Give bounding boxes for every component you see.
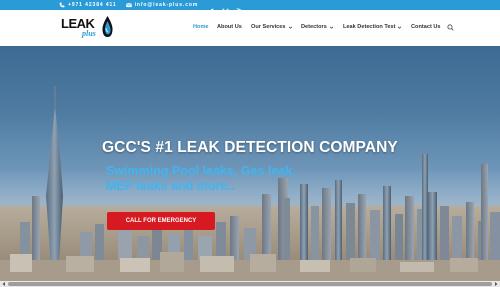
nav-home[interactable]: Home	[193, 24, 209, 30]
nav-contact-us[interactable]: Contact Us	[411, 24, 441, 30]
hero-subtitle: Swimming Pool leaks, Gas leak, MEP leaks…	[106, 164, 296, 193]
nav-about-us[interactable]: About Us	[217, 24, 242, 30]
nav-detectors[interactable]: Detectors	[301, 24, 334, 30]
nav-our-services[interactable]: Our Services	[251, 24, 293, 30]
nav-label: Detectors	[301, 24, 327, 30]
scroll-left-arrow-icon[interactable]	[1, 281, 7, 287]
scroll-right-arrow-icon[interactable]	[493, 281, 499, 287]
top-contact-bar: +971 42384 411 info@leak-plus.com	[0, 0, 500, 15]
phone-contact[interactable]: +971 42384 411	[59, 2, 117, 8]
phone-number: +971 42384 411	[68, 2, 117, 8]
social-links	[208, 2, 250, 15]
hero-title: GCC'S #1 LEAK DETECTION COMPANY	[102, 139, 398, 156]
envelope-icon	[125, 2, 132, 8]
nav-label: Our Services	[251, 24, 286, 30]
chevron-down-icon	[288, 26, 292, 29]
chevron-down-icon	[398, 26, 402, 29]
main-navigation: Home About Us Our Services Detectors Lea…	[0, 10, 500, 46]
hero-subtitle-line-2: MEP leaks and more..	[106, 178, 235, 193]
contact-info: +971 42384 411 info@leak-plus.com	[59, 2, 207, 8]
x-twitter-icon[interactable]	[222, 2, 229, 15]
rss-icon[interactable]	[236, 2, 243, 15]
nav-leak-detection-test[interactable]: Leak Detection Test	[343, 24, 402, 30]
phone-icon	[59, 2, 65, 8]
email-address: info@leak-plus.com	[134, 2, 199, 8]
site-header: LEAK plus Home About Us Our Services Det…	[0, 10, 500, 46]
chevron-down-icon	[329, 26, 334, 29]
search-icon[interactable]	[447, 24, 454, 31]
nav-label: Home	[193, 24, 209, 30]
hero-banner: GCC'S #1 LEAK DETECTION COMPANY Swimming…	[0, 46, 500, 281]
email-contact[interactable]: info@leak-plus.com	[125, 2, 199, 8]
nav-label: Contact Us	[411, 24, 441, 30]
nav-label: About Us	[217, 24, 242, 30]
call-for-emergency-button[interactable]: CALL FOR EMERGENCY	[107, 212, 215, 230]
horizontal-scrollbar[interactable]	[0, 281, 500, 287]
facebook-icon[interactable]	[208, 2, 215, 15]
hero-subtitle-line-1: Swimming Pool leaks, Gas leak,	[106, 164, 296, 178]
scrollbar-thumb[interactable]	[8, 282, 492, 286]
nav-label: Leak Detection Test	[343, 24, 396, 30]
